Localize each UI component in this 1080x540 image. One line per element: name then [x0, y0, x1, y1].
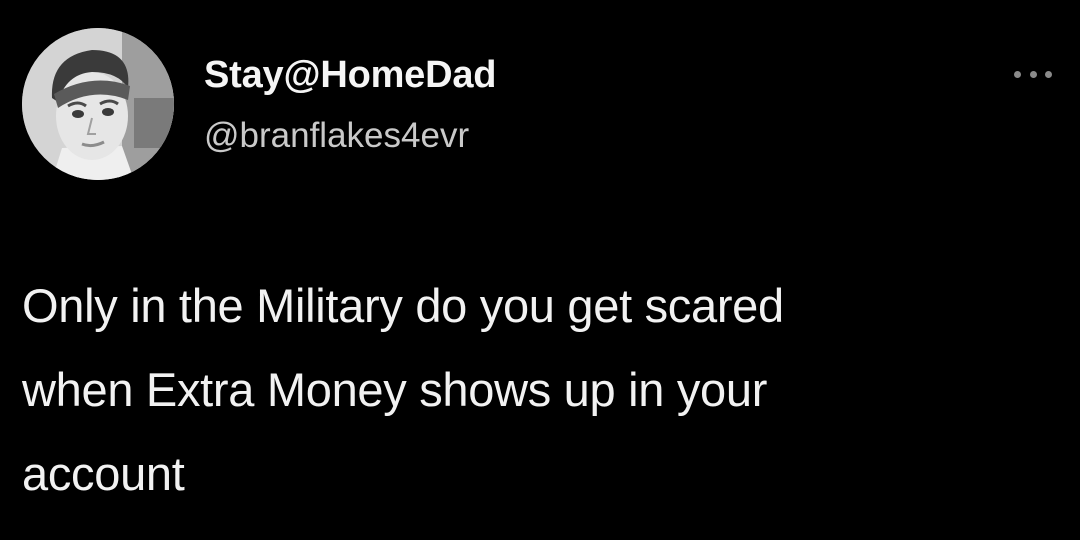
author-display-name[interactable]: Stay@HomeDad	[204, 56, 496, 94]
tweet-text-line: when Extra Money shows up in your	[22, 363, 768, 416]
ellipsis-icon-dot	[1014, 70, 1021, 78]
more-options-button[interactable]	[1014, 66, 1052, 82]
tweet-card: Stay@HomeDad @branflakes4evr Only in the…	[0, 0, 1080, 540]
profile-photo-icon	[22, 28, 174, 180]
avatar[interactable]	[22, 28, 174, 180]
ellipsis-icon-dot	[1029, 70, 1037, 78]
tweet-text-line: account	[22, 447, 185, 500]
tweet-text: Only in the Military do you get scared w…	[22, 264, 1067, 516]
ellipsis-icon-dot	[1045, 70, 1052, 78]
author-handle[interactable]: @branflakes4evr	[204, 118, 469, 153]
tweet-text-line: Only in the Military do you get scared	[22, 279, 784, 332]
